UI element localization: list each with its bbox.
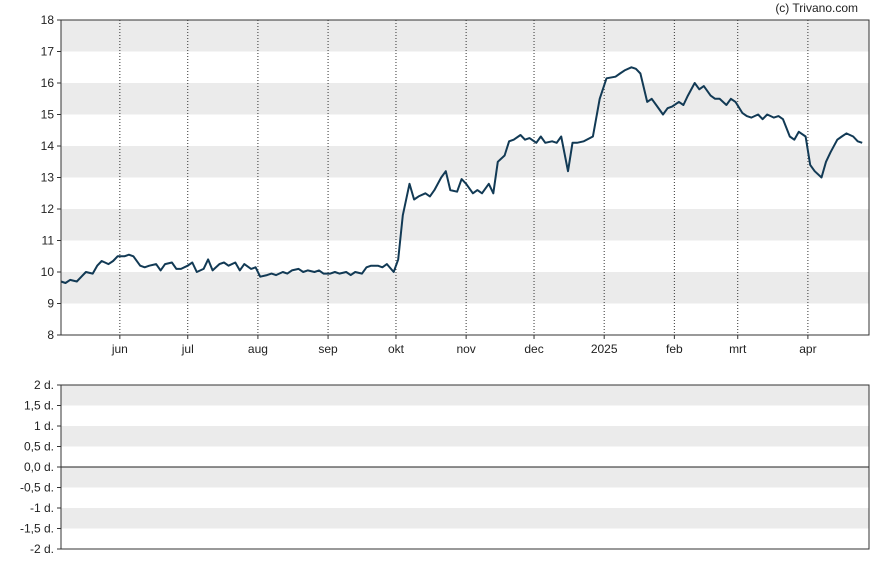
y-tick-label: 0,5 d. xyxy=(24,440,54,454)
y-tick-label: -1,5 d. xyxy=(20,522,54,536)
y-tick-label: 9 xyxy=(47,297,54,311)
y-tick-label: 12 xyxy=(41,202,55,216)
x-tick-label: 2025 xyxy=(591,342,618,356)
indicator-chart-band xyxy=(61,385,869,406)
price-chart-y-axis: 8 9 10 11 12 13 14 15 16 17 18 xyxy=(41,13,61,342)
y-tick-label: -2 d. xyxy=(30,542,54,556)
y-tick-label: 18 xyxy=(41,13,55,27)
y-tick-label: 1 d. xyxy=(34,419,54,433)
indicator-chart-y-axis: 2 d. 1,5 d. 1 d. 0,5 d. 0,0 d. -0,5 d. -1 d. -1… xyxy=(20,378,61,556)
price-chart-band xyxy=(61,83,869,115)
indicator-chart-band xyxy=(61,508,869,529)
chart-canvas: 8 9 10 11 12 13 14 15 16 17 18 jun jul aug sep okt nov d… xyxy=(20,13,870,556)
x-tick-label: apr xyxy=(799,342,816,356)
x-tick-label: dec xyxy=(524,342,543,356)
indicator-chart-bands xyxy=(61,385,869,529)
y-tick-label: 16 xyxy=(41,76,55,90)
indicator-chart-band xyxy=(61,426,869,447)
x-tick-label: jun xyxy=(111,342,128,356)
y-tick-label: 1,5 d. xyxy=(24,399,54,413)
y-tick-label: 11 xyxy=(42,234,55,248)
y-tick-label: 13 xyxy=(41,171,55,185)
y-tick-label: -1 d. xyxy=(30,501,54,515)
y-tick-label: -0,5 d. xyxy=(20,481,54,495)
y-tick-label: 8 xyxy=(47,328,54,342)
price-chart-band xyxy=(61,20,869,52)
price-chart-band xyxy=(61,272,869,304)
x-tick-label: aug xyxy=(248,342,268,356)
x-tick-label: jul xyxy=(181,342,194,356)
y-tick-label: 14 xyxy=(41,139,55,153)
x-tick-label: nov xyxy=(456,342,475,356)
y-tick-label: 2 d. xyxy=(34,378,54,392)
price-chart-x-axis: jun jul aug sep okt nov dec 2025 feb mrt apr xyxy=(111,335,817,356)
y-tick-label: 15 xyxy=(41,108,55,122)
y-tick-label: 17 xyxy=(41,45,55,59)
x-tick-label: feb xyxy=(666,342,683,356)
y-tick-label: 10 xyxy=(41,265,55,279)
price-chart-bands xyxy=(61,20,869,304)
price-chart-band xyxy=(61,209,869,241)
price-chart-band xyxy=(61,146,869,178)
credit-label: (c) Trivano.com xyxy=(775,1,858,15)
chart-container: 8 9 10 11 12 13 14 15 16 17 18 jun jul aug sep okt nov d… xyxy=(0,0,888,565)
x-tick-label: okt xyxy=(388,342,405,356)
y-tick-label: 0,0 d. xyxy=(24,460,54,474)
x-tick-label: mrt xyxy=(729,342,747,356)
indicator-chart-band xyxy=(61,467,869,488)
x-tick-label: sep xyxy=(318,342,338,356)
